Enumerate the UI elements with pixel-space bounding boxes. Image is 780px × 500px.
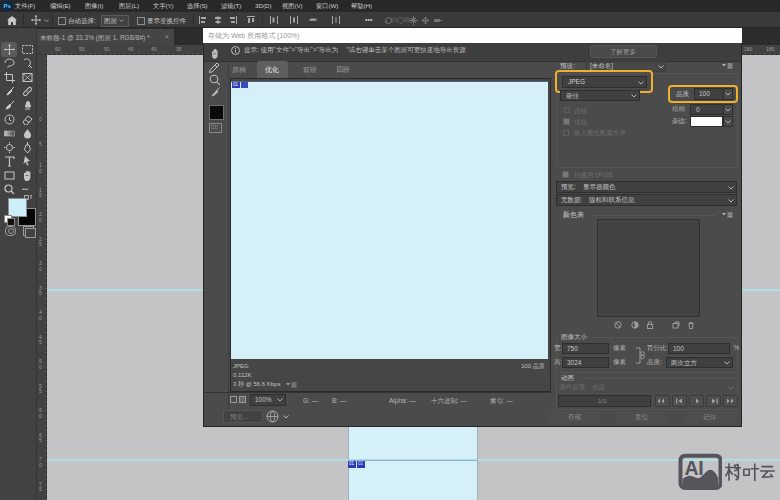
svg-text:AI: AI	[685, 457, 704, 479]
